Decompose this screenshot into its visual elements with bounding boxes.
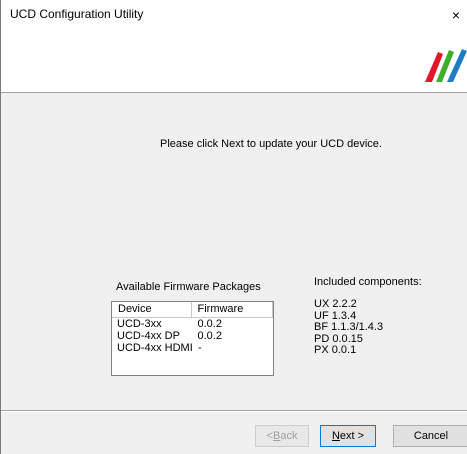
component-item: BF 1.1.3/1.4.3 bbox=[314, 321, 384, 333]
firmware-cell: 0.0.2 bbox=[197, 330, 222, 342]
next-mnemonic: N bbox=[331, 430, 340, 442]
footer-divider bbox=[1, 410, 467, 412]
logo-icon bbox=[425, 49, 467, 82]
next-rest: ext > bbox=[339, 430, 365, 442]
firmware-list[interactable]: Device Firmware UCD-3xx 0.0.2 UCD-4xx DP… bbox=[111, 301, 274, 376]
list-item[interactable]: UCD-4xx DP 0.0.2 bbox=[112, 330, 273, 342]
cancel-button[interactable]: Cancel bbox=[393, 425, 467, 447]
dialog-window: UCD Configuration Utility × Please click… bbox=[0, 0, 467, 454]
wizard-header bbox=[1, 30, 467, 93]
firmware-cell: - bbox=[198, 342, 202, 354]
list-item[interactable]: UCD-4xx HDMI - bbox=[112, 342, 273, 354]
device-cell: UCD-4xx DP bbox=[117, 330, 180, 342]
list-item[interactable]: UCD-3xx 0.0.2 bbox=[112, 318, 273, 330]
back-mnemonic: B bbox=[272, 430, 281, 442]
device-cell: UCD-4xx HDMI bbox=[117, 342, 193, 354]
firmware-cell: 0.0.2 bbox=[197, 318, 222, 330]
included-components-label: Included components: bbox=[314, 276, 422, 288]
device-cell: UCD-3xx bbox=[117, 318, 162, 330]
title-bar[interactable]: UCD Configuration Utility × bbox=[1, 0, 467, 30]
close-button[interactable]: × bbox=[445, 0, 467, 30]
close-icon: × bbox=[451, 7, 461, 23]
component-item: UX 2.2.2 bbox=[314, 298, 357, 310]
next-button[interactable]: Next > bbox=[320, 425, 376, 447]
back-button[interactable]: < Back bbox=[255, 425, 309, 447]
instruction-text: Please click Next to update your UCD dev… bbox=[160, 138, 382, 150]
list-header: Device Firmware bbox=[112, 302, 273, 318]
component-item: PX 0.0.1 bbox=[314, 344, 357, 356]
firmware-packages-label: Available Firmware Packages bbox=[116, 281, 261, 293]
components-list: UX 2.2.2 UF 1.3.4 BF 1.1.3/1.4.3 PD 0.0.… bbox=[314, 298, 434, 357]
back-rest: ack bbox=[280, 430, 298, 442]
column-header-device[interactable]: Device bbox=[112, 302, 192, 317]
column-header-firmware[interactable]: Firmware bbox=[192, 302, 273, 317]
window-title: UCD Configuration Utility bbox=[10, 7, 144, 21]
